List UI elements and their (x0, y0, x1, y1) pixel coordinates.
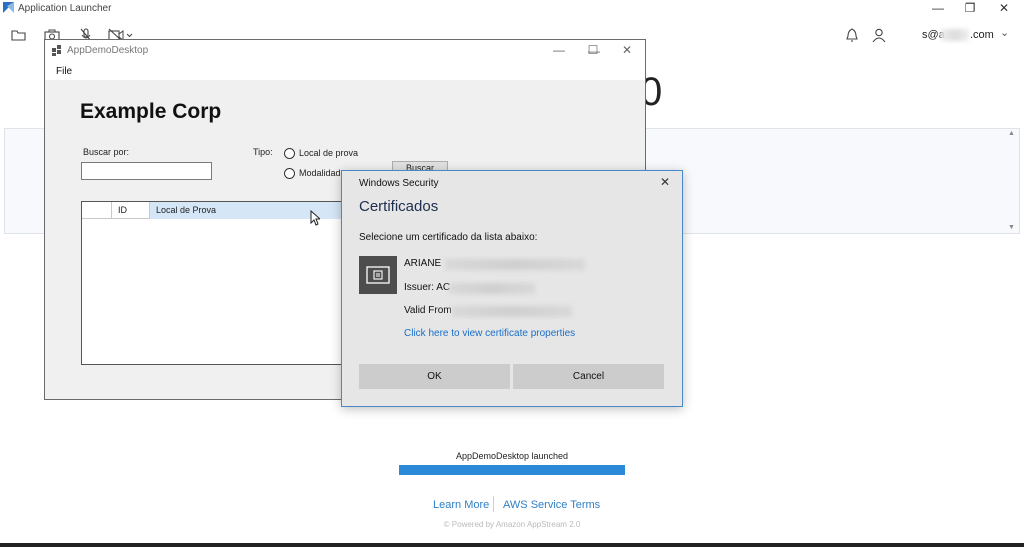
launch-progress-bar (399, 465, 625, 475)
scroll-up-icon[interactable]: ▲ (1008, 130, 1015, 137)
launch-progress-fill (399, 465, 625, 475)
dialog-title: Windows Security (359, 178, 439, 189)
results-grid[interactable]: ID Local de Prova (81, 201, 381, 365)
app-maximize-button[interactable]: ☐ (576, 40, 610, 60)
app-title: AppDemoDesktop (67, 45, 149, 56)
learn-more-link[interactable]: Learn More (433, 499, 489, 511)
launcher-titlebar: Application Launcher — ❐ ✕ (0, 0, 1024, 17)
bottom-edge-bar (0, 543, 1024, 547)
certificate-card-icon[interactable] (359, 256, 397, 294)
minimize-button[interactable]: — (922, 0, 954, 17)
appstream-logo-icon (3, 2, 14, 13)
footer-divider (493, 496, 494, 512)
dialog-close-button[interactable]: ✕ (660, 175, 670, 189)
search-label: Buscar por: (83, 147, 130, 157)
dialog-heading: Certificados (359, 198, 439, 215)
certificate-valid-from: Valid From (404, 305, 452, 316)
certificate-properties-link[interactable]: Click here to view certificate propertie… (404, 328, 575, 339)
grid-column-id[interactable]: ID (112, 202, 150, 219)
user-icon[interactable] (871, 28, 887, 42)
notification-bell-icon[interactable] (844, 28, 860, 42)
cancel-button[interactable]: Cancel (513, 364, 664, 389)
app-window-icon (52, 45, 61, 56)
mouse-cursor-icon (310, 210, 320, 226)
chevron-down-icon[interactable]: ⌄ (1000, 26, 1009, 39)
launcher-title: Application Launcher (18, 3, 112, 14)
menu-file[interactable]: File (56, 66, 72, 77)
radio-local-de-prova-label: Local de prova (299, 148, 359, 158)
grid-header: ID Local de Prova (82, 202, 380, 219)
certificate-name-redacted (445, 259, 585, 270)
email-redacted-block (941, 29, 969, 41)
certificate-issuer-redacted (449, 283, 535, 294)
grid-row-header (82, 202, 112, 219)
search-input[interactable] (81, 162, 212, 180)
close-button[interactable]: ✕ (988, 0, 1020, 17)
app-menubar: File (45, 62, 645, 80)
radio-local-de-prova[interactable] (284, 148, 295, 159)
app-close-button[interactable]: ✕ (610, 40, 644, 60)
ok-button[interactable]: OK (359, 364, 510, 389)
user-email-suffix[interactable]: .com (970, 29, 994, 41)
tipo-label: Tipo: (253, 147, 273, 157)
service-terms-link[interactable]: AWS Service Terms (503, 499, 600, 511)
radio-modalidade-label: Modalidade (299, 168, 346, 178)
radio-modalidade[interactable] (284, 168, 295, 179)
restore-button[interactable]: ❐ (954, 0, 986, 17)
scroll-down-icon[interactable]: ▼ (1008, 224, 1015, 231)
powered-by-text: © Powered by Amazon AppStream 2.0 (443, 520, 581, 529)
certificate-validity-redacted (452, 306, 572, 317)
certificate-issuer: Issuer: AC (404, 282, 451, 293)
certificate-name[interactable]: ARIANE (404, 258, 441, 269)
company-heading: Example Corp (80, 100, 222, 123)
launch-status-text: AppDemoDesktop launched (455, 451, 569, 461)
app-minimize-button-glyph[interactable]: — (542, 40, 576, 60)
folder-icon[interactable] (11, 28, 27, 42)
windows-security-dialog: Windows Security ✕ Certificados Selecion… (341, 170, 683, 407)
dialog-instruction: Selecione um certificado da lista abaixo… (359, 232, 538, 243)
